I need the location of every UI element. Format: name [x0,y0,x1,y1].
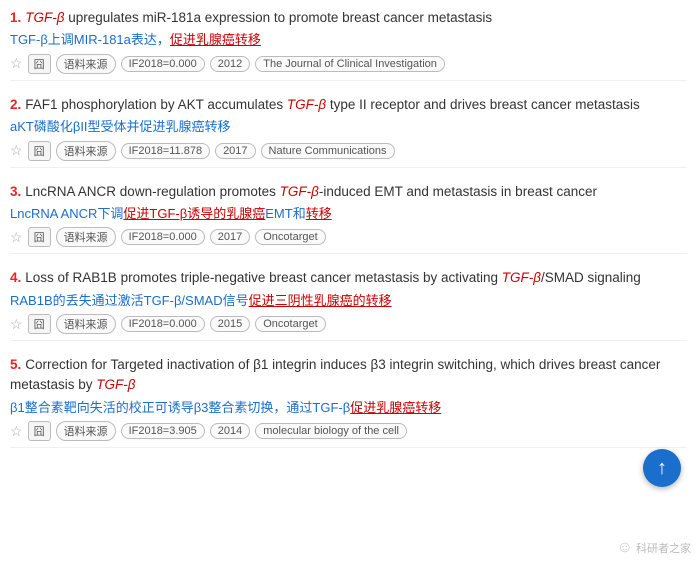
star-icon[interactable]: ☆ [10,423,23,440]
star-icon[interactable]: ☆ [10,142,23,159]
list-item: 5.Correction for Targeted inactivation o… [10,355,687,448]
list-item: 2.FAF1 phosphorylation by AKT accumulate… [10,95,687,168]
result-title: 4.Loss of RAB1B promotes triple-negative… [10,268,687,288]
watermark-text: 科研者之家 [636,540,691,556]
result-subtitle: aKT磷酸化βII型受体并促进乳腺癌转移 [10,117,687,137]
source-tag[interactable]: 语料来源 [56,54,116,74]
source-tag[interactable]: 语料来源 [56,227,116,247]
if-tag[interactable]: IF2018=0.000 [121,316,205,332]
if-tag[interactable]: IF2018=3.905 [121,423,205,439]
result-meta: ☆ 囧语料来源 IF2018=0.000 2012 The Journal of Cli… [10,54,687,74]
year-tag[interactable]: 2017 [215,143,255,159]
list-item: 3.LncRNA ANCR down-regulation promotes T… [10,182,687,255]
result-number: 5. [10,357,21,372]
if-tag[interactable]: IF2018=0.000 [121,229,205,245]
if-tag[interactable]: IF2018=11.878 [121,143,211,159]
result-meta: ☆ 囧语料来源 IF2018=3.905 2014 molecular biology … [10,421,687,441]
result-subtitle: RAB1B的丢失通过激活TGF-β/SMAD信号促进三阴性乳腺癌的转移 [10,291,687,311]
result-title: 3.LncRNA ANCR down-regulation promotes T… [10,182,687,202]
year-tag[interactable]: 2017 [210,229,250,245]
cite-button[interactable]: 囧 [28,141,51,161]
result-meta: ☆ 囧语料来源 IF2018=0.000 2017 Oncotarget [10,227,687,247]
journal-tag[interactable]: Oncotarget [255,316,325,332]
result-title: 1.TGF-β upregulates miR-181a expression … [10,8,687,28]
journal-tag[interactable]: molecular biology of the cell [255,423,407,439]
result-number: 3. [10,184,21,199]
watermark: ☺ 科研者之家 [617,539,691,557]
result-number: 1. [10,10,21,25]
year-tag[interactable]: 2014 [210,423,250,439]
star-icon[interactable]: ☆ [10,316,23,333]
cite-button[interactable]: 囧 [28,314,51,334]
list-item: 1.TGF-β upregulates miR-181a expression … [10,8,687,81]
source-tag[interactable]: 语料来源 [56,314,116,334]
result-title: 2.FAF1 phosphorylation by AKT accumulate… [10,95,687,115]
year-tag[interactable]: 2015 [210,316,250,332]
scroll-to-top-button[interactable]: ↑ [643,449,681,487]
result-list: 1.TGF-β upregulates miR-181a expression … [10,8,687,448]
source-tag[interactable]: 语料来源 [56,421,116,441]
result-meta: ☆ 囧语料来源 IF2018=11.8782017 Nature Communicat… [10,141,687,161]
result-number: 2. [10,97,21,112]
watermark-icon: ☺ [617,539,633,557]
list-item: 4.Loss of RAB1B promotes triple-negative… [10,268,687,341]
cite-button[interactable]: 囧 [28,54,51,74]
cite-button[interactable]: 囧 [28,421,51,441]
journal-tag[interactable]: The Journal of Clinical Investigation [255,56,445,72]
star-icon[interactable]: ☆ [10,229,23,246]
star-icon[interactable]: ☆ [10,55,23,72]
result-number: 4. [10,270,21,285]
source-tag[interactable]: 语料来源 [56,141,116,161]
result-meta: ☆ 囧语料来源 IF2018=0.000 2015 Oncotarget [10,314,687,334]
journal-tag[interactable]: Oncotarget [255,229,325,245]
result-subtitle: β1整合素靶向失活的校正可诱导β3整合素切换，通过TGF-β促进乳腺癌转移 [10,398,687,418]
result-subtitle: LncRNA ANCR下调促进TGF-β诱导的乳腺癌EMT和转移 [10,204,687,224]
result-subtitle: TGF-β上调MIR-181a表达，促进乳腺癌转移 [10,30,687,50]
if-tag[interactable]: IF2018=0.000 [121,56,205,72]
cite-button[interactable]: 囧 [28,227,51,247]
year-tag[interactable]: 2012 [210,56,250,72]
result-title: 5.Correction for Targeted inactivation o… [10,355,687,396]
journal-tag[interactable]: Nature Communications [261,143,395,159]
